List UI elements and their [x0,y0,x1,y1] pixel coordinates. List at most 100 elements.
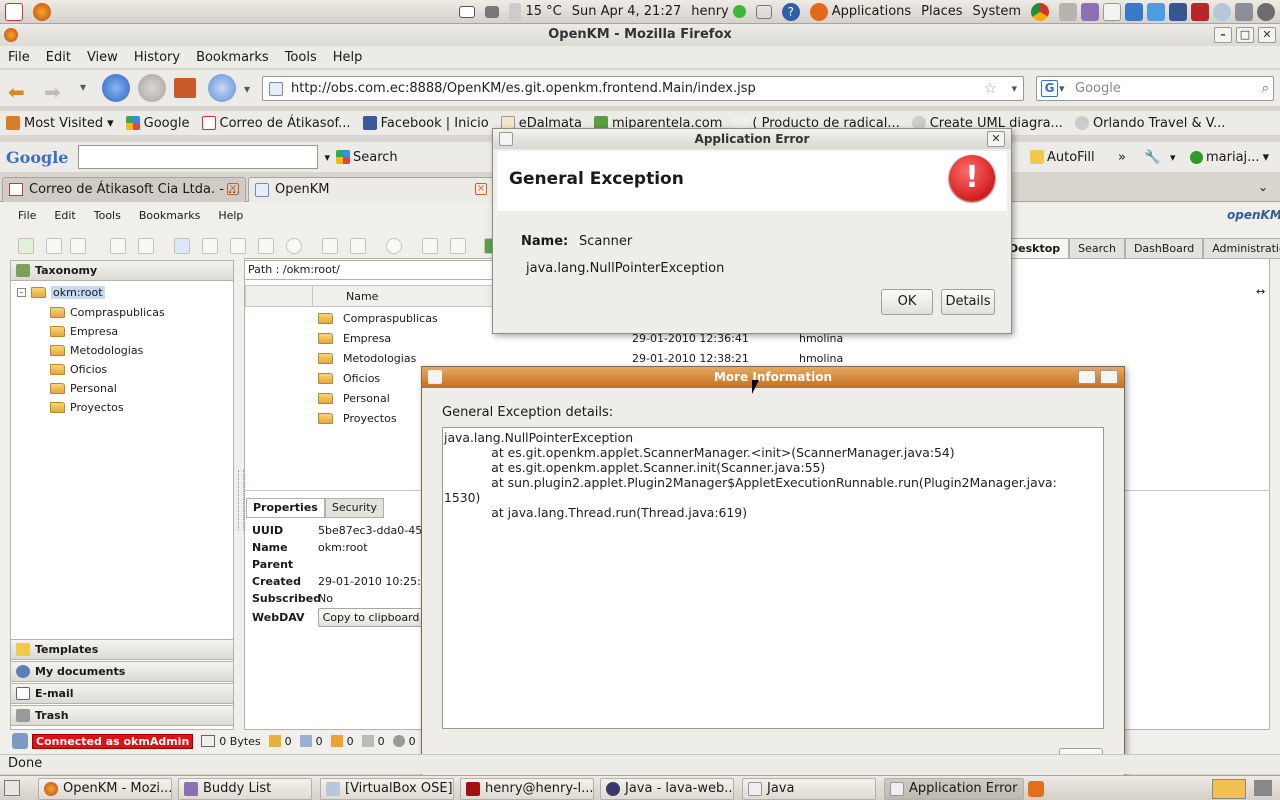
copy-to-clipboard-button[interactable]: Copy to clipboard [318,608,424,627]
search-input[interactable]: G ▾ Google ⌕ [1036,76,1274,101]
error-dialog-titlebar[interactable]: Application Error ✕ [493,129,1011,149]
trash-icon[interactable] [1254,780,1272,796]
taxonomy-header[interactable]: Taxonomy [10,260,234,281]
app-icon[interactable] [1191,2,1209,21]
reload-icon[interactable] [102,74,130,102]
menu-bookmarks[interactable]: Bookmarks [188,50,277,65]
autofill-button[interactable]: AutoFill [1030,150,1095,165]
tab-properties[interactable]: Properties [246,498,325,518]
monitor-icon[interactable] [1125,2,1143,21]
bookmark-most-visited[interactable]: Most Visited ▾ [0,116,120,131]
workspace-switcher[interactable] [1212,779,1246,799]
column-name[interactable]: Name [346,290,378,303]
tree-folder[interactable]: Oficios [50,363,107,376]
okm-menu-tools[interactable]: Tools [85,209,130,222]
more-info-titlebar[interactable]: More Information □ ✕ [422,367,1124,388]
tab-security[interactable]: Security [324,498,385,518]
list-item[interactable]: Compraspublicas [318,312,438,325]
chevron-down-icon[interactable]: ▾ [324,151,330,164]
close-dialog-button[interactable]: ✕ [1100,370,1118,384]
forward-icon[interactable]: ➡ [44,80,61,104]
tree-folder[interactable]: Metodologias [50,344,143,357]
user-switcher[interactable]: henry [686,4,751,19]
find-document-icon[interactable] [70,238,86,254]
add-property-group-icon[interactable] [322,238,338,254]
maximize-button[interactable]: □ [1236,27,1254,43]
ok-button[interactable]: OK [881,289,933,315]
expand-columns-icon[interactable]: ↔ [1256,285,1265,298]
okm-menu-bookmarks[interactable]: Bookmarks [130,209,209,222]
stop-icon[interactable] [138,74,166,102]
more-chevron-icon[interactable]: » [1118,150,1126,165]
volume-icon[interactable] [480,5,504,18]
bookmark-google[interactable]: Google [120,116,196,131]
tab-correo[interactable]: Correo de Átikasoft Cia Ltda. - ... × [2,177,246,202]
workflow-icon[interactable] [386,238,402,254]
tab-administration[interactable]: Administration [1203,238,1280,259]
tree-folder[interactable]: Proyectos [50,401,124,414]
network-icon[interactable] [1169,2,1187,21]
list-item[interactable]: Proyectos [318,412,397,425]
bookmark-facebook[interactable]: Facebook | Inicio [357,116,495,131]
list-item[interactable]: Metodologias [318,352,416,365]
help-icon[interactable]: ? [777,2,805,21]
logout-icon[interactable] [751,4,777,19]
bookmark-star-icon[interactable]: ☆ [984,77,997,100]
tab-openkm[interactable]: OpenKM × [248,177,494,202]
collapse-icon[interactable]: – [17,288,26,297]
find-folder-icon[interactable] [46,238,62,254]
minimize-button[interactable]: – [1214,27,1232,43]
email-header[interactable]: E-mail [10,683,234,704]
url-dropdown-icon[interactable]: ▾ [1011,77,1017,100]
list-item[interactable]: Empresa [318,332,391,345]
clock[interactable]: Sun Apr 4, 21:27 [567,4,686,19]
sync-icon[interactable] [208,74,236,102]
okm-menu-file[interactable]: File [0,209,45,222]
stack-trace-textarea[interactable]: java.lang.NullPointerException at es.git… [442,427,1104,729]
tab-dashboard[interactable]: DashBoard [1124,238,1204,259]
maximize-button[interactable]: □ [1078,370,1096,384]
history-dropdown-icon[interactable]: ▾ [80,80,86,94]
menu-tools[interactable]: Tools [277,50,325,65]
system-menu[interactable]: System [968,4,1026,19]
details-button[interactable]: Details [941,289,995,315]
task-virtualbox[interactable]: [VirtualBox OSE] [320,778,454,800]
task-openkm[interactable]: OpenKM - Mozi... [38,778,172,800]
site-identity-icon[interactable] [269,82,283,96]
task-java-lava[interactable]: Java - lava-web... [600,778,734,800]
chevron-down-icon[interactable]: ▾ [1170,151,1176,164]
notes-icon[interactable] [1103,2,1121,21]
google-search-button[interactable]: Search [335,150,398,165]
task-terminal[interactable]: henry@henry-l... [460,778,594,800]
applications-menu[interactable]: Applications [805,2,916,21]
tree-folder[interactable]: Personal [50,382,117,395]
okm-menu-edit[interactable]: Edit [45,209,84,222]
okm-menu-help[interactable]: Help [209,209,252,222]
task-application-error[interactable]: Application Error [884,778,1024,800]
splitter-handle[interactable] [238,470,244,530]
tree-root[interactable]: – okm:root [17,286,105,299]
my-documents-header[interactable]: My documents [10,661,234,682]
show-desktop-icon[interactable] [4,780,20,796]
wrench-icon[interactable]: 🔧 [1144,150,1160,165]
pidgin-icon[interactable] [1081,2,1099,21]
create-folder-icon[interactable] [18,238,34,254]
tray-icons[interactable] [1054,2,1280,21]
lightning-icon[interactable] [1147,2,1165,21]
tree-folder[interactable]: Compraspublicas [50,306,165,319]
close-dialog-button[interactable]: ✕ [987,131,1005,147]
list-item[interactable]: Oficios [318,372,380,385]
google-engine-icon[interactable]: G [1041,80,1058,97]
download-icon[interactable] [202,238,218,254]
account-menu[interactable]: mariaj... ▾ [1190,150,1269,165]
gmail-launcher-icon[interactable] [0,2,28,21]
task-buddy-list[interactable]: Buddy List [178,778,312,800]
calculator-icon[interactable] [1235,2,1253,21]
toolbar-dropdown-icon[interactable]: ▾ [244,82,250,96]
unsubscribe-icon[interactable] [450,238,466,254]
unlock-icon[interactable] [138,238,154,254]
remove-property-group-icon[interactable] [350,238,366,254]
tab-search[interactable]: Search [1069,238,1125,259]
notification-icon[interactable] [1028,781,1044,797]
list-item[interactable]: Personal [318,392,390,405]
